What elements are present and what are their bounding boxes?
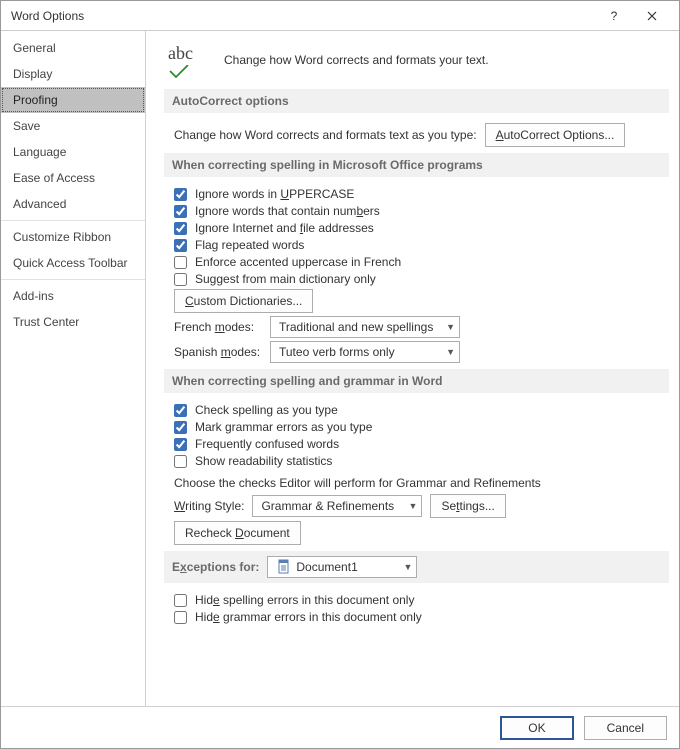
cb-hide-grammar-errors-label: Hide grammar errors in this document onl… [195, 610, 422, 624]
autocorrect-options-button[interactable]: AutoCorrect Options... [485, 123, 626, 147]
writing-style-settings-button[interactable]: Settings... [430, 494, 505, 518]
cb-main-dictionary-label: Suggest from main dictionary only [195, 272, 376, 286]
nav-display[interactable]: Display [1, 61, 145, 87]
proofing-icon: abc [168, 45, 210, 75]
cb-ignore-internet-label: Ignore Internet and file addresses [195, 221, 374, 235]
cb-check-spelling[interactable] [174, 404, 187, 417]
cb-ignore-internet[interactable] [174, 222, 187, 235]
writing-style-combo[interactable]: Grammar & Refinements▼ [252, 495, 422, 517]
ok-button[interactable]: OK [500, 716, 573, 740]
cancel-button[interactable]: Cancel [584, 716, 667, 740]
cb-readability-label: Show readability statistics [195, 454, 332, 468]
french-modes-label: French modes: [174, 320, 262, 334]
nav-save[interactable]: Save [1, 113, 145, 139]
close-button[interactable] [633, 2, 671, 30]
page-description: Change how Word corrects and formats you… [224, 53, 489, 67]
nav-customize-ribbon[interactable]: Customize Ribbon [1, 224, 145, 250]
chevron-down-icon: ▼ [403, 562, 412, 572]
cb-ignore-uppercase[interactable] [174, 188, 187, 201]
cb-ignore-numbers[interactable] [174, 205, 187, 218]
dialog-footer: OK Cancel [1, 706, 679, 748]
section-word-spelling: When correcting spelling and grammar in … [164, 369, 669, 393]
help-button[interactable]: ? [595, 2, 633, 30]
sidebar: General Display Proofing Save Language E… [1, 31, 146, 706]
writing-style-label: Writing Style: [174, 499, 244, 513]
autocorrect-line-label: Change how Word corrects and formats tex… [174, 128, 477, 142]
section-exceptions: Exceptions for: Document1 ▼ [164, 551, 669, 583]
exceptions-for-combo[interactable]: Document1 ▼ [267, 556, 417, 578]
chevron-down-icon: ▼ [446, 322, 455, 332]
nav-ease-of-access[interactable]: Ease of Access [1, 165, 145, 191]
section-autocorrect-options: AutoCorrect options [164, 89, 669, 113]
cb-check-spelling-label: Check spelling as you type [195, 403, 338, 417]
nav-trust-center[interactable]: Trust Center [1, 309, 145, 335]
title-bar: Word Options ? [1, 1, 679, 31]
window-title: Word Options [11, 9, 595, 23]
custom-dictionaries-button[interactable]: Custom Dictionaries... [174, 289, 313, 313]
nav-add-ins[interactable]: Add-ins [1, 283, 145, 309]
french-modes-combo[interactable]: Traditional and new spellings▼ [270, 316, 460, 338]
spanish-modes-label: Spanish modes: [174, 345, 262, 359]
nav-advanced[interactable]: Advanced [1, 191, 145, 217]
chevron-down-icon: ▼ [446, 347, 455, 357]
cb-hide-grammar-errors[interactable] [174, 611, 187, 624]
cb-french-accented[interactable] [174, 256, 187, 269]
cb-ignore-numbers-label: Ignore words that contain numbers [195, 204, 380, 218]
spanish-modes-combo[interactable]: Tuteo verb forms only▼ [270, 341, 460, 363]
nav-proofing[interactable]: Proofing [1, 87, 145, 113]
cb-readability[interactable] [174, 455, 187, 468]
close-icon [647, 11, 657, 21]
cb-confused-words[interactable] [174, 438, 187, 451]
cb-flag-repeated[interactable] [174, 239, 187, 252]
content-area: abc Change how Word corrects and formats… [146, 31, 679, 706]
cb-main-dictionary[interactable] [174, 273, 187, 286]
cb-hide-spelling-errors[interactable] [174, 594, 187, 607]
document-icon [276, 559, 292, 575]
cb-confused-words-label: Frequently confused words [195, 437, 339, 451]
recheck-document-button[interactable]: Recheck Document [174, 521, 301, 545]
chevron-down-icon: ▼ [409, 501, 418, 511]
cb-mark-grammar[interactable] [174, 421, 187, 434]
section-office-spelling: When correcting spelling in Microsoft Of… [164, 153, 669, 177]
nav-language[interactable]: Language [1, 139, 145, 165]
cb-ignore-uppercase-label: Ignore words in UPPERCASE [195, 187, 354, 201]
cb-flag-repeated-label: Flag repeated words [195, 238, 304, 252]
cb-hide-spelling-errors-label: Hide spelling errors in this document on… [195, 593, 414, 607]
editor-checks-note: Choose the checks Editor will perform fo… [174, 476, 669, 490]
cb-french-accented-label: Enforce accented uppercase in French [195, 255, 401, 269]
nav-quick-access-toolbar[interactable]: Quick Access Toolbar [1, 250, 145, 276]
cb-mark-grammar-label: Mark grammar errors as you type [195, 420, 372, 434]
nav-general[interactable]: General [1, 35, 145, 61]
